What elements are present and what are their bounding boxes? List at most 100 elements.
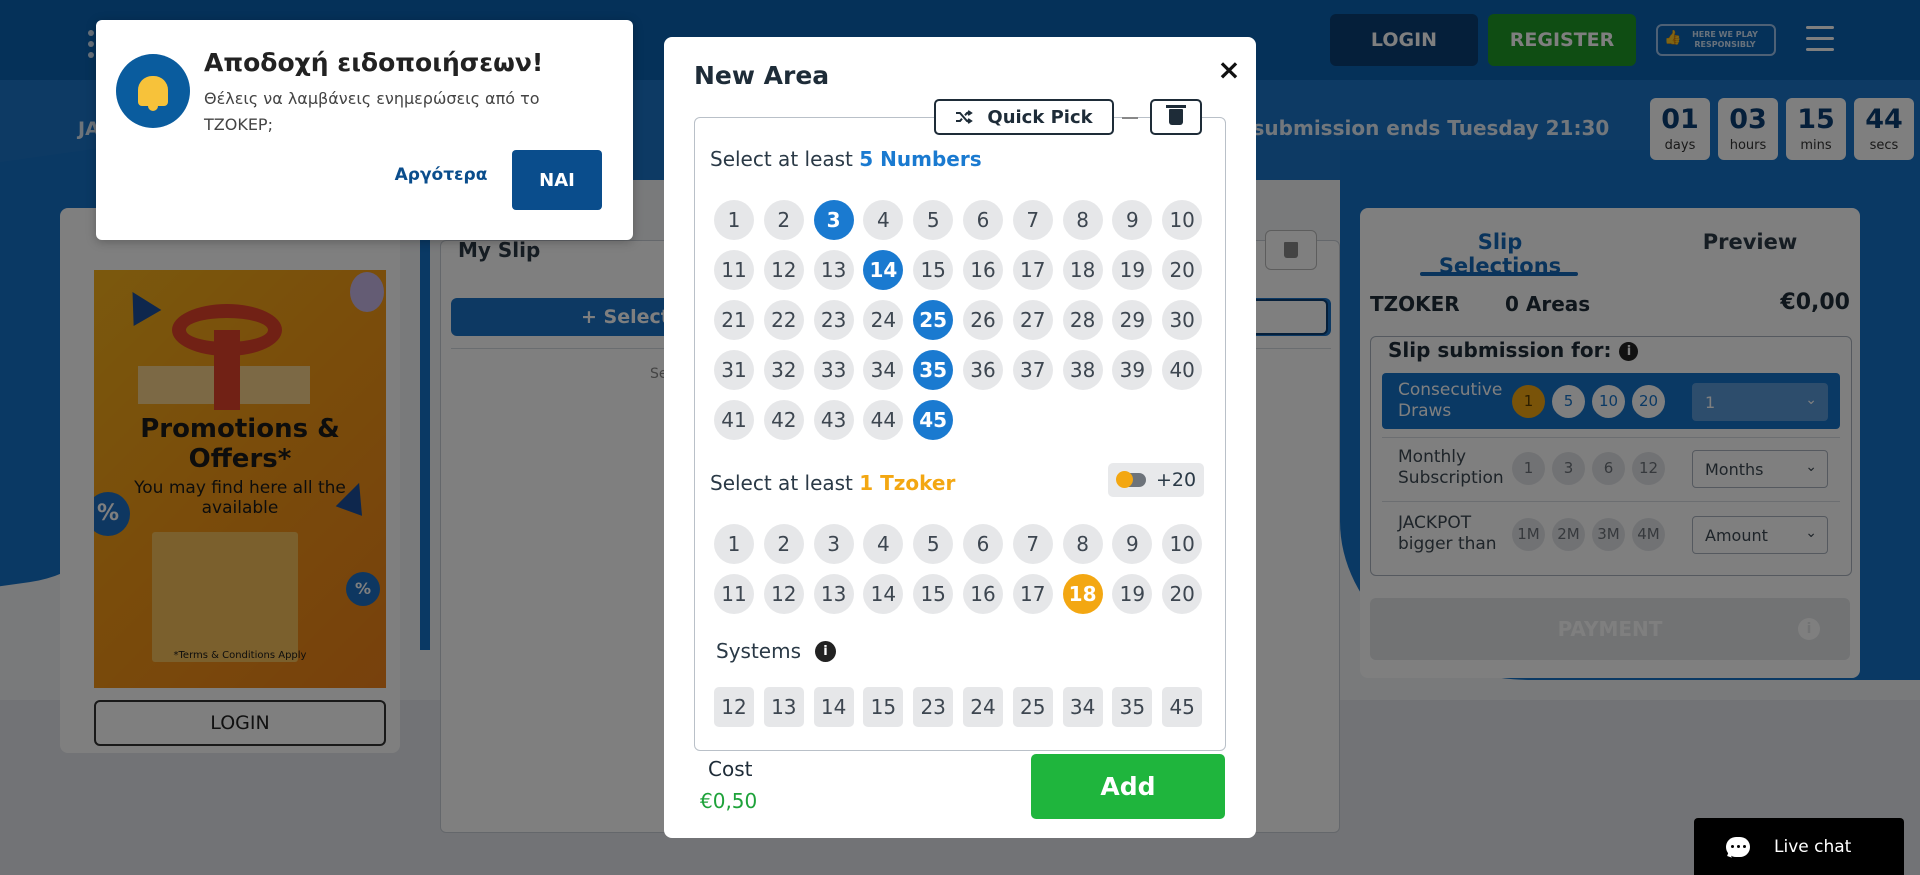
number-ball-3[interactable]: 3: [813, 200, 854, 240]
system-option-24[interactable]: 24: [962, 687, 1003, 727]
tzoker-ball-15[interactable]: 15: [913, 574, 954, 614]
info-icon[interactable]: i: [815, 640, 836, 662]
quick-pick-button[interactable]: Quick Pick: [934, 99, 1114, 135]
system-option-34[interactable]: 34: [1062, 687, 1103, 727]
tzoker-ball-4[interactable]: 4: [863, 524, 904, 564]
number-ball-9[interactable]: 9: [1112, 200, 1153, 240]
system-option-23[interactable]: 23: [913, 687, 954, 727]
system-option-35[interactable]: 35: [1112, 687, 1153, 727]
number-ball-6[interactable]: 6: [962, 200, 1003, 240]
number-ball-13[interactable]: 13: [813, 250, 854, 290]
number-ball-10[interactable]: 10: [1162, 200, 1203, 240]
number-ball-36[interactable]: 36: [962, 350, 1003, 390]
clear-selection-button[interactable]: [1150, 99, 1202, 135]
number-ball-14[interactable]: 14: [863, 250, 904, 290]
number-ball-15[interactable]: 15: [913, 250, 954, 290]
tzoker-ball-11[interactable]: 11: [714, 574, 754, 614]
number-ball-28[interactable]: 28: [1062, 300, 1103, 340]
tzoker-requirement: 1 Tzoker: [859, 471, 956, 495]
number-ball-40[interactable]: 40: [1162, 350, 1203, 390]
tzoker-instruction: Select at least 1 Tzoker: [710, 471, 955, 495]
number-ball-41[interactable]: 41: [714, 400, 754, 440]
tzoker-ball-2[interactable]: 2: [763, 524, 804, 564]
number-ball-35[interactable]: 35: [913, 350, 954, 390]
tzoker-ball-1[interactable]: 1: [714, 524, 754, 564]
tzoker-ball-3[interactable]: 3: [813, 524, 854, 564]
tzoker-ball-6[interactable]: 6: [962, 524, 1003, 564]
number-ball-17[interactable]: 17: [1012, 250, 1053, 290]
number-ball-23[interactable]: 23: [813, 300, 854, 340]
tzoker-ball-10[interactable]: 10: [1162, 524, 1203, 564]
number-ball-43[interactable]: 43: [813, 400, 854, 440]
notification-message: Θέλεις να λαμβάνεις ενημερώσεις από το Τ…: [204, 89, 540, 134]
tzoker-ball-8[interactable]: 8: [1062, 524, 1103, 564]
system-option-12[interactable]: 12: [714, 687, 754, 727]
live-chat-button[interactable]: Live chat: [1694, 818, 1904, 875]
tzoker-ball-20[interactable]: 20: [1162, 574, 1203, 614]
number-ball-25[interactable]: 25: [913, 300, 954, 340]
number-ball-29[interactable]: 29: [1112, 300, 1153, 340]
system-option-45[interactable]: 45: [1162, 687, 1203, 727]
tzoker-grid: 1 2 3 4 5 6 7 8 9 10 11 12 13 14 15 16 17 18 19 20: [714, 524, 1203, 614]
close-icon[interactable]: ×: [1214, 55, 1244, 85]
notification-permission-popup: Αποδοχή ειδοποιήσεων! Θέλεις να λαμβάνει…: [96, 20, 633, 240]
tzoker-ball-5[interactable]: 5: [913, 524, 954, 564]
cost-label: Cost: [708, 757, 753, 781]
system-option-15[interactable]: 15: [863, 687, 904, 727]
system-option-13[interactable]: 13: [763, 687, 804, 727]
number-ball-21[interactable]: 21: [714, 300, 754, 340]
cost-value: €0,50: [700, 789, 758, 813]
system-option-14[interactable]: 14: [813, 687, 854, 727]
systems-grid: 12 13 14 15 23 24 25 34 35 45: [714, 687, 1203, 727]
toggle-switch: [1116, 471, 1146, 488]
tzoker-prefix: Select at least: [710, 471, 860, 495]
tzoker-ball-18[interactable]: 18: [1062, 574, 1103, 614]
systems-header: Systems i: [716, 639, 836, 663]
number-ball-16[interactable]: 16: [962, 250, 1003, 290]
modal-title: New Area: [694, 61, 830, 90]
number-ball-19[interactable]: 19: [1112, 250, 1153, 290]
trash-icon: [1166, 105, 1186, 125]
number-ball-11[interactable]: 11: [714, 250, 754, 290]
number-ball-31[interactable]: 31: [714, 350, 754, 390]
number-ball-2[interactable]: 2: [763, 200, 804, 240]
number-ball-20[interactable]: 20: [1162, 250, 1203, 290]
tzoker-ball-12[interactable]: 12: [763, 574, 804, 614]
tzoker-ball-14[interactable]: 14: [863, 574, 904, 614]
number-ball-7[interactable]: 7: [1012, 200, 1053, 240]
number-ball-34[interactable]: 34: [863, 350, 904, 390]
number-ball-38[interactable]: 38: [1062, 350, 1103, 390]
number-ball-45[interactable]: 45: [913, 400, 954, 440]
number-ball-33[interactable]: 33: [813, 350, 854, 390]
add-button[interactable]: Add: [1031, 754, 1225, 819]
tzoker-ball-9[interactable]: 9: [1112, 524, 1153, 564]
number-ball-22[interactable]: 22: [763, 300, 804, 340]
number-ball-32[interactable]: 32: [763, 350, 804, 390]
number-ball-44[interactable]: 44: [863, 400, 904, 440]
number-ball-24[interactable]: 24: [863, 300, 904, 340]
tzoker-ball-17[interactable]: 17: [1012, 574, 1053, 614]
numbers-requirement: 5 Numbers: [859, 147, 982, 171]
number-ball-5[interactable]: 5: [913, 200, 954, 240]
tzoker-ball-16[interactable]: 16: [962, 574, 1003, 614]
tzoker-ball-19[interactable]: 19: [1112, 574, 1153, 614]
numbers-instruction: Select at least 5 Numbers: [710, 147, 982, 171]
number-ball-18[interactable]: 18: [1062, 250, 1103, 290]
number-ball-30[interactable]: 30: [1162, 300, 1203, 340]
later-button[interactable]: Αργότερα: [384, 150, 498, 200]
number-ball-42[interactable]: 42: [763, 400, 804, 440]
number-ball-4[interactable]: 4: [863, 200, 904, 240]
number-ball-39[interactable]: 39: [1112, 350, 1153, 390]
number-ball-1[interactable]: 1: [714, 200, 754, 240]
system-option-25[interactable]: 25: [1012, 687, 1053, 727]
number-ball-12[interactable]: 12: [763, 250, 804, 290]
tzoker-ball-7[interactable]: 7: [1012, 524, 1053, 564]
number-ball-26[interactable]: 26: [962, 300, 1003, 340]
tzoker-ball-13[interactable]: 13: [813, 574, 854, 614]
number-ball-37[interactable]: 37: [1012, 350, 1053, 390]
number-ball-27[interactable]: 27: [1012, 300, 1053, 340]
yes-button[interactable]: ΝΑΙ: [512, 150, 602, 210]
numbers-grid: 1 2 3 4 5 6 7 8 9 10 11 12 13 14 15 16 17 18 19 20 21 22 23 24 2…: [714, 200, 1203, 440]
number-ball-8[interactable]: 8: [1062, 200, 1103, 240]
plus20-toggle[interactable]: +20: [1108, 463, 1204, 497]
